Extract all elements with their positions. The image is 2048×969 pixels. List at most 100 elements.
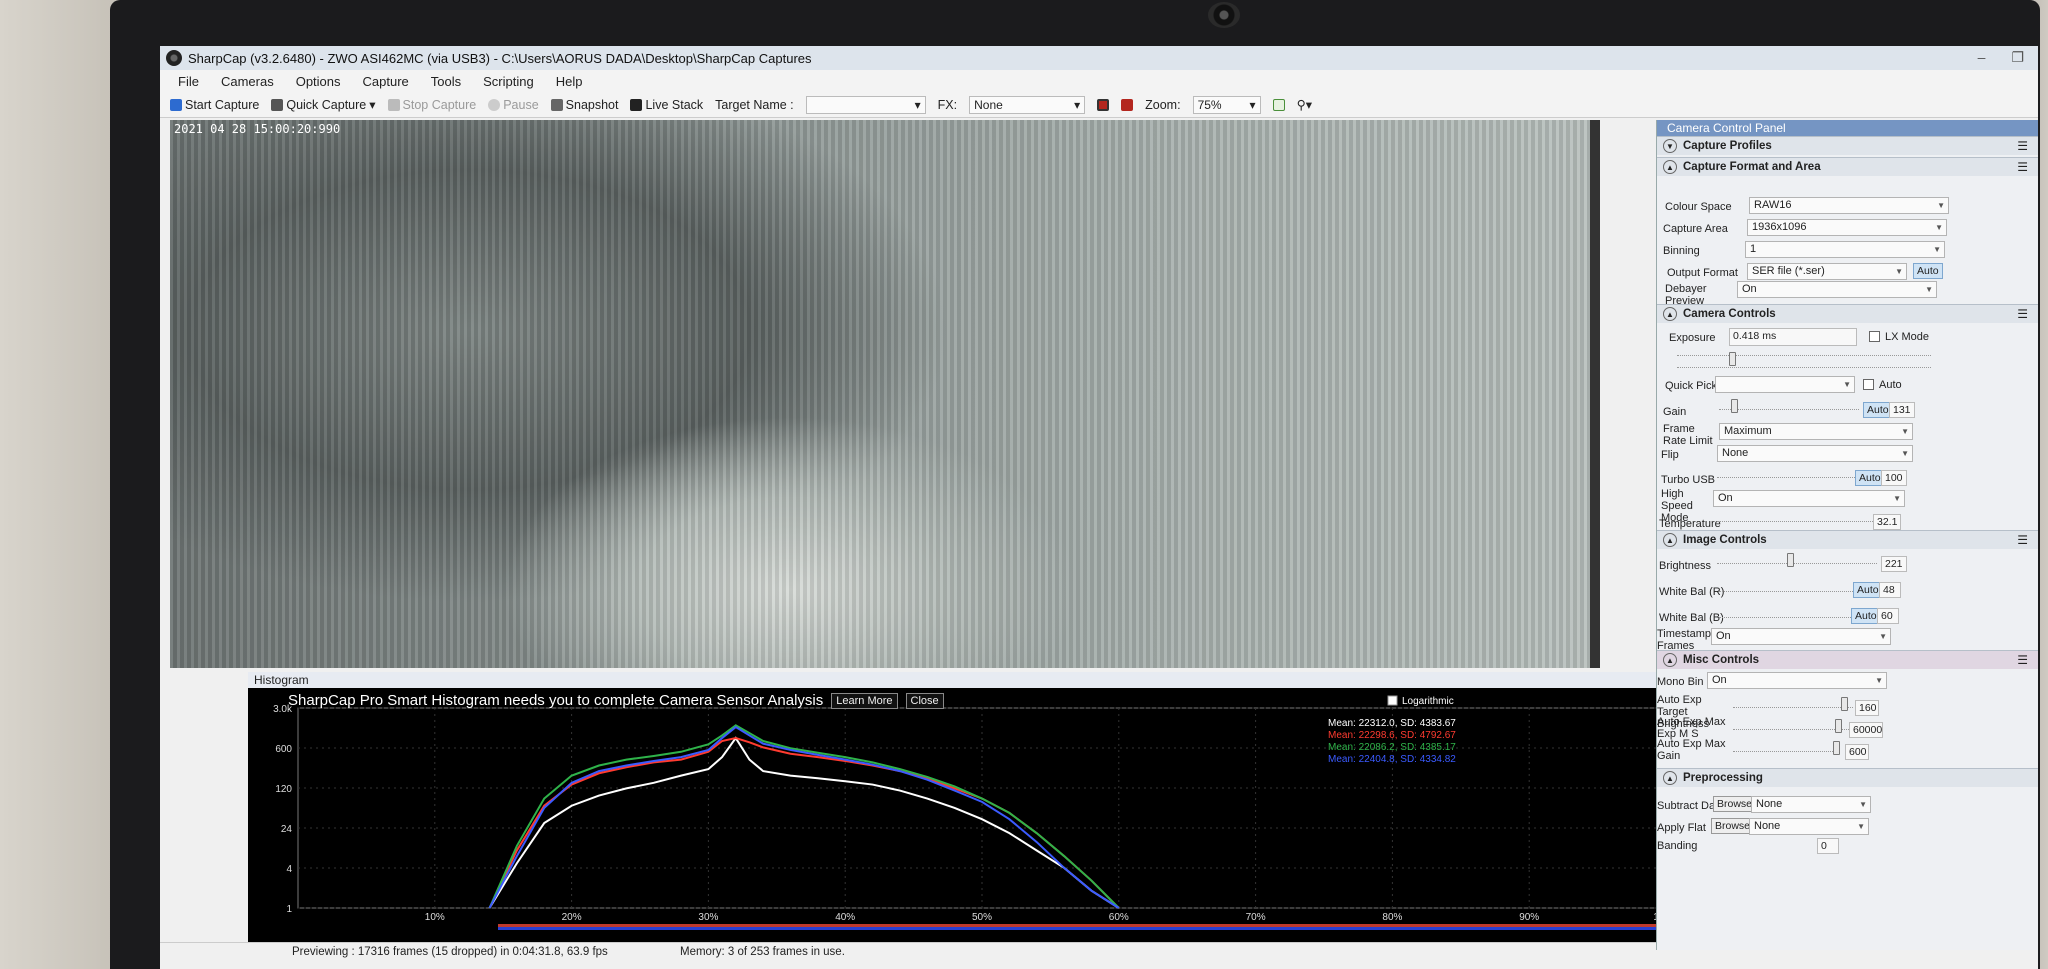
output-format-auto-button[interactable]: Auto [1913,263,1943,279]
preview-image [170,120,1590,668]
learn-more-button[interactable]: Learn More [831,692,898,709]
brightness-slider[interactable] [1717,556,1877,564]
colour-space-select[interactable]: RAW16 ▼ [1749,197,1949,214]
output-format-select[interactable]: SER file (*.ser) ▼ [1747,263,1907,280]
section-preprocessing[interactable]: ▲ Preprocessing [1657,768,2038,787]
section-capture-format[interactable]: ▲ Capture Format and Area ☰ [1657,157,2038,176]
subtract-dark-select[interactable]: None ▼ [1751,796,1871,813]
menu-icon[interactable]: ☰ [2017,307,2028,321]
ae-max-exp-slider[interactable] [1733,722,1849,730]
capture-area-select[interactable]: 1936x1096 ▼ [1747,219,1947,236]
target-name-label: Target Name : [715,97,794,112]
section-misc-controls[interactable]: ▲ Misc Controls ☰ [1657,650,2038,669]
menu-cameras[interactable]: Cameras [221,74,274,89]
quick-capture-button[interactable]: Quick Capture ▾ [271,97,376,112]
menu-scripting[interactable]: Scripting [483,74,534,89]
turbo-usb-value[interactable]: 100 [1881,470,1907,486]
live-stack-button[interactable]: Live Stack [630,98,703,112]
turbo-usb-slider[interactable] [1717,470,1857,478]
section-camera-controls[interactable]: ▲ Camera Controls ☰ [1657,304,2038,323]
ae-max-gain-value[interactable]: 600 [1845,744,1869,760]
apply-flat-select[interactable]: None ▼ [1749,818,1869,835]
menu-tools[interactable]: Tools [431,74,461,89]
maximize-icon[interactable]: ❐ [2011,49,2024,66]
logarithmic-checkbox[interactable] [1387,695,1398,706]
ae-max-exp-value[interactable]: 60000 [1849,722,1883,738]
wb-b-slider[interactable] [1719,610,1859,618]
exposure-slider-thumb[interactable] [1729,352,1736,366]
minimize-icon[interactable]: – [1978,49,1986,66]
app-icon [166,50,182,66]
menu-options[interactable]: Options [296,74,341,89]
target-name-select[interactable]: ▾ [805,95,926,114]
chevron-up-icon: ▲ [1663,533,1677,547]
menu-help[interactable]: Help [556,74,583,89]
ae-max-gain-slider-thumb[interactable] [1833,741,1840,755]
y-tick-label: 4 [286,864,292,875]
timestamp-frames-label: Timestamp Frames [1657,628,1711,652]
lx-mode-checkbox[interactable] [1869,331,1880,342]
quick-picks-select[interactable]: ▼ [1715,376,1855,393]
panel-title: Camera Control Panel [1657,120,2038,136]
screen: SharpCap (v3.2.6480) - ZWO ASI462MC (via… [160,46,2038,969]
fx-label: FX: [937,97,958,112]
gain-slider[interactable] [1719,402,1859,410]
close-button[interactable]: Close [905,692,944,709]
section-capture-profiles[interactable]: ▼ Capture Profiles ☰ [1657,136,2038,155]
menu-icon[interactable]: ☰ [2017,160,2028,174]
debayer-select[interactable]: On ▼ [1737,281,1937,298]
record-icon[interactable] [1097,98,1110,111]
status-previewing: Previewing : 17316 frames (15 dropped) i… [292,945,608,958]
x-tick-label: 70% [1246,912,1266,923]
high-speed-select[interactable]: On ▼ [1713,490,1905,507]
flip-label: Flip [1661,449,1679,461]
magnifier-icon[interactable]: ⚲▾ [1297,97,1312,112]
camera-preview[interactable]: 2021 04 28 15:00:20:990 [170,120,1600,668]
menu-file[interactable]: File [178,74,199,89]
ae-max-exp-slider-thumb[interactable] [1835,719,1842,733]
ae-brightness-value[interactable]: 160 [1855,700,1879,716]
menu-icon[interactable]: ☰ [2017,139,2028,153]
menu-icon[interactable]: ☰ [2017,653,2028,667]
flip-select[interactable]: None ▼ [1717,445,1913,462]
banding-value[interactable]: 0 [1817,838,1839,854]
start-capture-button[interactable]: Start Capture [170,98,259,112]
exposure-fine-slider[interactable] [1677,360,1931,368]
timestamp-frames-select[interactable]: On ▼ [1711,628,1891,645]
histogram-toggle-icon[interactable] [1272,98,1285,111]
wb-r-slider[interactable] [1719,584,1859,592]
preview-edge [1590,120,1600,668]
ae-brightness-slider-thumb[interactable] [1841,697,1848,711]
exposure-slider[interactable] [1677,348,1931,356]
menu-capture[interactable]: Capture [363,74,409,89]
zoom-select[interactable]: 75% ▾ [1192,95,1261,114]
ae-brightness-slider[interactable] [1733,700,1853,708]
brightness-value[interactable]: 221 [1881,556,1907,572]
frame-rate-select[interactable]: Maximum ▼ [1719,423,1913,440]
wb-r-value[interactable]: 48 [1879,582,1901,598]
mono-bin-select[interactable]: On ▼ [1707,672,1887,689]
histogram-banner: SharpCap Pro Smart Histogram needs you t… [288,692,944,709]
stop-capture-button[interactable]: Stop Capture [387,98,476,112]
quick-picks-auto-checkbox[interactable] [1863,379,1874,390]
exposure-input[interactable]: 0.418 ms [1729,328,1857,346]
menu-icon[interactable]: ☰ [2017,533,2028,547]
section-image-controls[interactable]: ▲ Image Controls ☰ [1657,530,2038,549]
fx-select[interactable]: None ▾ [969,95,1086,114]
crosshair-icon[interactable] [1121,98,1134,111]
pause-button[interactable]: Pause [488,98,539,112]
window-titlebar: SharpCap (v3.2.6480) - ZWO ASI462MC (via… [160,46,2038,70]
gain-value[interactable]: 131 [1889,402,1915,418]
wb-b-value[interactable]: 60 [1877,608,1899,624]
snapshot-button[interactable]: Snapshot [550,98,618,112]
binning-select[interactable]: 1 ▼ [1745,241,1945,258]
temperature-label: Temperature [1659,518,1721,530]
ae-max-gain-slider[interactable] [1733,744,1837,752]
frame-rate-label: Frame Rate Limit [1663,423,1713,447]
menu-bar: File Cameras Options Capture Tools Scrip… [160,70,2038,92]
histogram-title: Histogram [254,673,309,687]
y-tick-label: 1 [286,904,292,915]
camera-control-panel: Camera Control Panel ▼ Capture Profiles … [1656,120,2038,950]
gain-slider-thumb[interactable] [1731,399,1738,413]
brightness-slider-thumb[interactable] [1787,553,1794,567]
